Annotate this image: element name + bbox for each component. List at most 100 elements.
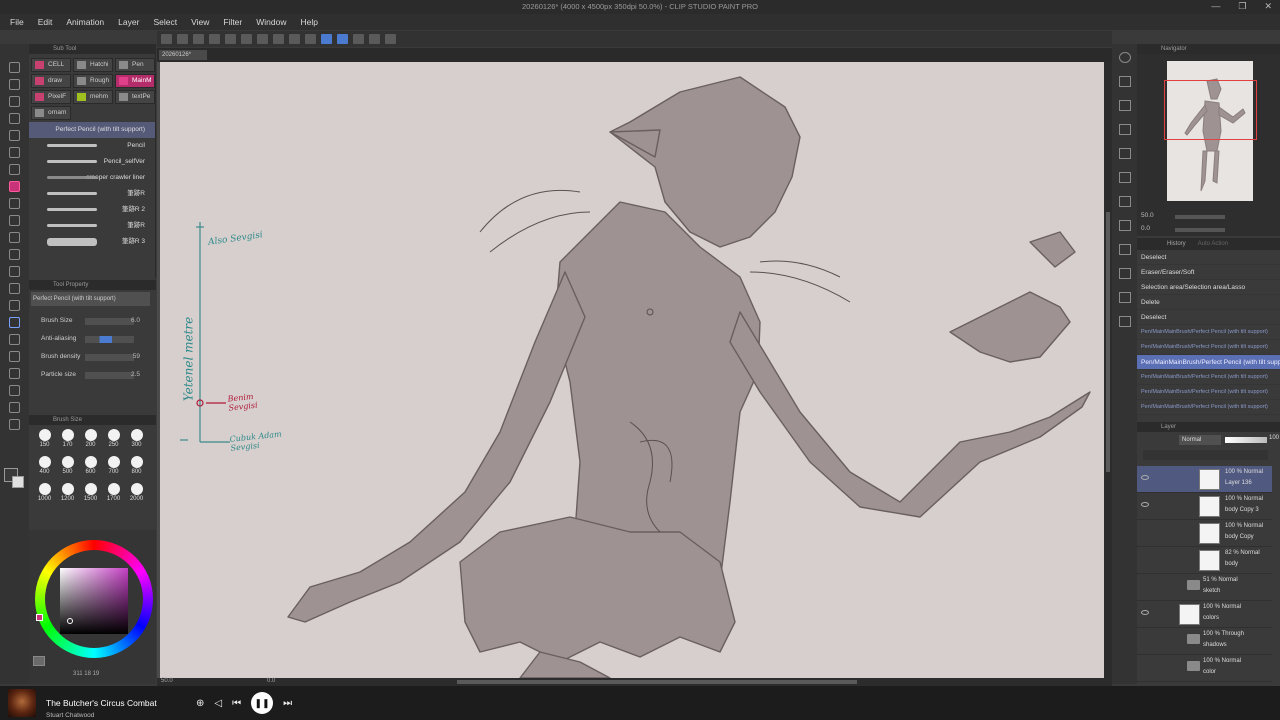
fill-icon[interactable] xyxy=(257,34,268,44)
brush-size-preset[interactable]: 700 xyxy=(102,456,125,480)
panel-icon[interactable] xyxy=(1119,268,1131,279)
lasso-tool-icon[interactable] xyxy=(9,130,20,141)
brush-size-preset[interactable]: 500 xyxy=(56,456,79,480)
menu-select[interactable]: Select xyxy=(153,17,177,27)
particle-size-row[interactable]: Particle size 2.5 xyxy=(29,366,156,384)
blend-mode-select[interactable]: Normal xyxy=(1179,435,1221,445)
navigator-angle-slider[interactable] xyxy=(1175,228,1225,232)
vertical-scrollbar[interactable] xyxy=(1104,62,1112,678)
layer-row[interactable]: 100 % Normal body Copy xyxy=(1137,520,1272,547)
brush-size-preset[interactable]: 1200 xyxy=(56,483,79,507)
menu-help[interactable]: Help xyxy=(300,17,317,27)
redo-icon[interactable] xyxy=(225,34,236,44)
history-item[interactable]: Eraser/Eraser/Soft xyxy=(1137,265,1280,280)
navigator-viewport[interactable] xyxy=(1164,80,1257,140)
next-icon[interactable]: ⏭ xyxy=(283,698,292,709)
group-pixel[interactable]: PixelF xyxy=(31,90,71,104)
search-icon[interactable] xyxy=(1119,52,1131,63)
eye-icon[interactable] xyxy=(1141,502,1149,507)
group-pen[interactable]: Pen xyxy=(115,58,155,72)
hand-tool-icon[interactable] xyxy=(9,79,20,90)
correct-line-tool-icon[interactable] xyxy=(9,419,20,430)
panel-icon[interactable] xyxy=(1119,244,1131,255)
balloon-tool-icon[interactable] xyxy=(9,402,20,413)
snap-ruler-icon[interactable] xyxy=(321,34,332,44)
eyedropper-tool-icon[interactable] xyxy=(9,164,20,175)
crop-icon[interactable] xyxy=(305,34,316,44)
brush-size-slider[interactable] xyxy=(85,318,134,325)
horizontal-scrollbar[interactable]: 50.0 0.0 xyxy=(157,678,1112,686)
brush-item[interactable]: Pencil_selfVer xyxy=(29,154,155,170)
scroll-thumb[interactable] xyxy=(457,680,857,684)
move-tool-icon[interactable] xyxy=(9,113,20,124)
history-item[interactable]: Selection area/Selection area/Lasso xyxy=(1137,280,1280,295)
pen-tool-icon[interactable] xyxy=(9,181,20,192)
layer-row[interactable]: 100 % Normal colors xyxy=(1137,601,1272,628)
panel-icon[interactable] xyxy=(1119,196,1131,207)
menu-animation[interactable]: Animation xyxy=(66,17,104,27)
panel-icon[interactable] xyxy=(1119,172,1131,183)
brush-size-preset[interactable]: 400 xyxy=(33,456,56,480)
brush-item[interactable]: creeper crawler liner xyxy=(29,170,155,186)
group-rough[interactable]: Rough xyxy=(73,74,113,88)
brush-size-preset[interactable]: 1000 xyxy=(33,483,56,507)
rewind-icon[interactable]: ◁ xyxy=(214,698,222,709)
scroll-thumb[interactable] xyxy=(1106,212,1110,472)
new-icon[interactable] xyxy=(161,34,172,44)
auto-select-tool-icon[interactable] xyxy=(9,147,20,158)
deselect-icon[interactable] xyxy=(289,34,300,44)
history-item[interactable]: Deselect xyxy=(1137,310,1280,325)
open-icon[interactable] xyxy=(177,34,188,44)
tab-auto-action[interactable]: Auto Action xyxy=(1198,238,1228,250)
transform-icon[interactable] xyxy=(273,34,284,44)
layer-row[interactable]: 82 % Normal body xyxy=(1137,547,1272,574)
menu-layer[interactable]: Layer xyxy=(118,17,139,27)
brush-size-preset[interactable]: 2000 xyxy=(125,483,148,507)
pencil-tool-icon[interactable] xyxy=(9,198,20,209)
panel-icon[interactable] xyxy=(1119,220,1131,231)
history-item[interactable]: Deselect xyxy=(1137,250,1280,265)
group-hatching[interactable]: Hatchi xyxy=(73,58,113,72)
opacity-slider[interactable] xyxy=(1225,437,1267,443)
menu-filter[interactable]: Filter xyxy=(223,17,242,27)
history-item[interactable]: Pen/MainMainBrush/Perfect Pencil (with t… xyxy=(1137,355,1280,370)
close-button[interactable]: ✕ xyxy=(1264,0,1272,14)
brush-size-preset[interactable]: 300 xyxy=(125,429,148,453)
anti-aliasing-row[interactable]: Anti-aliasing xyxy=(29,330,156,348)
operation-tool-icon[interactable] xyxy=(9,96,20,107)
history-item[interactable]: Pen/MainMainBrush/Perfect Pencil (with t… xyxy=(1137,370,1280,385)
brush-size-preset[interactable]: 800 xyxy=(125,456,148,480)
close-icon[interactable] xyxy=(1119,124,1131,135)
eraser-tool-icon[interactable] xyxy=(9,266,20,277)
saturation-value-square[interactable] xyxy=(60,568,128,634)
minimize-button[interactable]: — xyxy=(1211,0,1220,14)
layer-row[interactable]: 51 % Normal sketch xyxy=(1137,574,1272,601)
blend-tool-icon[interactable] xyxy=(9,283,20,294)
hue-marker[interactable] xyxy=(36,614,43,621)
sub-color-swatch[interactable] xyxy=(12,476,24,488)
history-item[interactable]: Pen/MainMainBrush/Perfect Pencil (with t… xyxy=(1137,340,1280,355)
panel-icon[interactable] xyxy=(1119,316,1131,327)
anti-aliasing-selector[interactable] xyxy=(85,336,134,343)
brush-density-row[interactable]: Brush density 59 xyxy=(29,348,156,366)
group-cell[interactable]: CELL xyxy=(31,58,71,72)
undo-icon[interactable] xyxy=(209,34,220,44)
decoration-tool-icon[interactable] xyxy=(9,249,20,260)
frame-tool-icon[interactable] xyxy=(9,351,20,362)
history-item[interactable]: Delete xyxy=(1137,295,1280,310)
layer-row[interactable]: 100 % Through shadows xyxy=(1137,628,1272,655)
brush-size-preset[interactable]: 200 xyxy=(79,429,102,453)
brush-settings-icon[interactable] xyxy=(353,34,364,44)
ruler-tool-icon[interactable] xyxy=(9,368,20,379)
brush-item[interactable]: Perfect Pencil (with tilt support) xyxy=(29,122,155,138)
airbrush-tool-icon[interactable] xyxy=(9,232,20,243)
canvas-area[interactable]: Also Sevgisi Yetenel metre Benim Sevgisi… xyxy=(157,62,1112,678)
brush-item[interactable]: 筆跡R 3 xyxy=(29,234,155,250)
panel-icon[interactable] xyxy=(1119,148,1131,159)
menu-file[interactable]: File xyxy=(10,17,24,27)
layer-row[interactable]: 100 % Normal Layer 136 xyxy=(1137,466,1272,493)
snap-special-ruler-icon[interactable] xyxy=(337,34,348,44)
document-tab[interactable]: 20260126* xyxy=(159,50,208,60)
figure-tool-icon[interactable] xyxy=(9,334,20,345)
panel-icon[interactable] xyxy=(1119,292,1131,303)
